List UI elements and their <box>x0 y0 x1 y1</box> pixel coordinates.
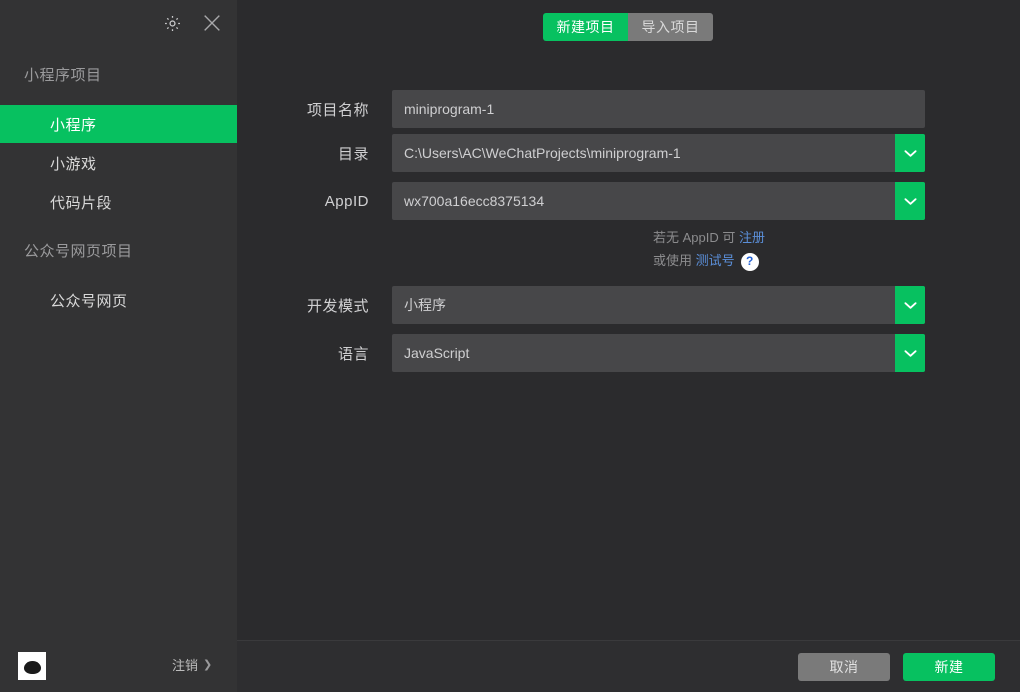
appid-input[interactable]: wx700a16ecc8375134 <box>392 182 925 220</box>
create-button[interactable]: 新建 <box>903 653 995 681</box>
appid-help-prefix-2: 或使用 <box>653 253 696 268</box>
tab-label: 导入项目 <box>641 19 700 35</box>
row-directory: 目录 C:\Users\AC\WeChatProjects\miniprogra… <box>237 134 1020 172</box>
label-directory: 目录 <box>337 145 369 163</box>
new-project-dialog: 小程序项目 小程序 小游戏 代码片段 公众号网页项目 公众号网页 注销 ❯ 新建… <box>0 0 1020 692</box>
label-appid: AppID <box>324 192 369 210</box>
tab-import-project[interactable]: 导入项目 <box>628 13 713 41</box>
language-select[interactable]: JavaScript <box>392 334 925 372</box>
sidebar-item-label: 公众号网页 <box>50 292 128 310</box>
sidebar-item-official-account-web[interactable]: 公众号网页 <box>0 281 237 319</box>
row-language: 语言 JavaScript <box>237 334 1020 372</box>
register-link[interactable]: 注册 <box>739 230 765 245</box>
sidebar: 小程序项目 小程序 小游戏 代码片段 公众号网页项目 公众号网页 <box>0 0 237 640</box>
chevron-right-icon: ❯ <box>203 659 213 671</box>
language-value: JavaScript <box>404 345 470 361</box>
gear-icon[interactable] <box>155 6 189 40</box>
sidebar-item-label: 小游戏 <box>50 155 97 173</box>
appid-help-line-1: 若无 AppID 可 注册 <box>653 226 765 249</box>
directory-input[interactable]: C:\Users\AC\WeChatProjects\miniprogram-1 <box>392 134 925 172</box>
tab-bar: 新建项目 导入项目 <box>543 13 713 41</box>
dev-mode-select[interactable]: 小程序 <box>392 286 925 324</box>
language-dropdown-button[interactable] <box>895 334 925 372</box>
project-name-value: miniprogram-1 <box>404 101 495 117</box>
sidebar-item-label: 小程序 <box>50 116 97 134</box>
appid-help-prefix: 若无 AppID 可 <box>653 230 739 245</box>
appid-help-text: 若无 AppID 可 注册 或使用 测试号? <box>653 226 765 272</box>
appid-help-line-2: 或使用 测试号? <box>653 249 765 272</box>
label-dev-mode: 开发模式 <box>306 297 369 315</box>
dev-mode-value: 小程序 <box>404 297 446 313</box>
logout-label: 注销 <box>172 658 199 673</box>
sidebar-item-minigame[interactable]: 小游戏 <box>0 144 237 182</box>
appid-value: wx700a16ecc8375134 <box>404 193 545 209</box>
logout-link[interactable]: 注销 ❯ <box>172 655 212 674</box>
test-account-link[interactable]: 测试号 <box>696 253 735 268</box>
label-project-name: 项目名称 <box>306 101 369 119</box>
avatar[interactable] <box>18 652 46 680</box>
window-controls <box>155 6 229 40</box>
appid-dropdown-button[interactable] <box>895 182 925 220</box>
avatar-glyph <box>23 661 41 674</box>
create-label: 新建 <box>934 659 964 675</box>
project-name-input[interactable]: miniprogram-1 <box>392 90 925 128</box>
sidebar-item-label: 代码片段 <box>50 194 113 212</box>
sidebar-section-miniprogram: 小程序项目 <box>24 67 102 84</box>
help-question-icon[interactable]: ? <box>740 252 759 271</box>
sidebar-section-official-account-web: 公众号网页项目 <box>24 243 133 260</box>
cancel-label: 取消 <box>829 659 859 675</box>
cancel-button[interactable]: 取消 <box>798 653 890 681</box>
row-project-name: 项目名称 miniprogram-1 <box>237 90 1020 128</box>
dev-mode-dropdown-button[interactable] <box>895 286 925 324</box>
tab-new-project[interactable]: 新建项目 <box>543 13 628 41</box>
directory-value: C:\Users\AC\WeChatProjects\miniprogram-1 <box>404 145 681 161</box>
main-panel: 新建项目 导入项目 项目名称 miniprogram-1 目录 C:\Users… <box>237 0 1020 640</box>
label-language: 语言 <box>337 345 369 363</box>
tab-label: 新建项目 <box>556 19 615 35</box>
sidebar-item-code-snippet[interactable]: 代码片段 <box>0 183 237 221</box>
row-appid: AppID wx700a16ecc8375134 <box>237 182 1020 220</box>
row-dev-mode: 开发模式 小程序 <box>237 286 1020 324</box>
directory-dropdown-button[interactable] <box>895 134 925 172</box>
sidebar-item-miniprogram[interactable]: 小程序 <box>0 105 237 143</box>
close-icon[interactable] <box>195 6 229 40</box>
